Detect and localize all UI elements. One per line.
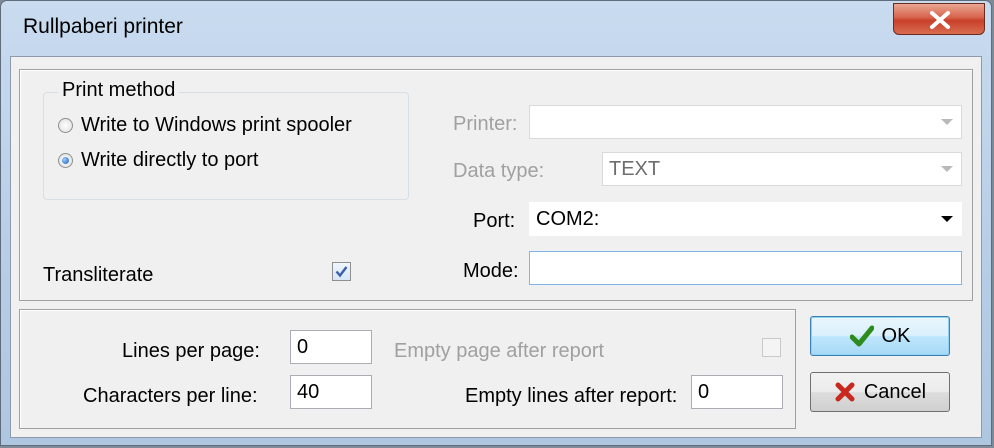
empty-lines-value: 0: [698, 381, 710, 403]
title-bar[interactable]: Rullpaberi printer: [1, 1, 991, 56]
mode-label: Mode:: [463, 260, 519, 282]
port-value: COM2:: [536, 208, 600, 230]
lines-per-page-input[interactable]: 0: [290, 330, 372, 364]
page-settings-panel: Lines per page: 0 Characters per line: 4…: [19, 309, 796, 429]
empty-page-label: Empty page after report: [394, 340, 605, 362]
printer-select[interactable]: [529, 105, 962, 139]
chars-per-line-input[interactable]: 40: [290, 375, 372, 409]
chars-per-line-value: 40: [297, 381, 320, 403]
radio-print-spooler[interactable]: Write to Windows print spooler: [58, 114, 352, 137]
port-select[interactable]: COM2:: [529, 202, 962, 236]
data-type-label: Data type:: [453, 160, 545, 182]
chevron-down-icon: [941, 166, 953, 172]
window-title: Rullpaberi printer: [23, 15, 183, 38]
cancel-x-icon: [835, 382, 855, 402]
ok-button[interactable]: OK: [810, 316, 950, 356]
chars-per-line-label: Characters per line:: [83, 385, 258, 407]
dialog-client-area: Print method Write to Windows print spoo…: [10, 56, 982, 438]
close-icon: [930, 11, 950, 29]
ok-button-label: OK: [881, 324, 911, 347]
chevron-down-icon: [941, 119, 953, 125]
empty-lines-label: Empty lines after report:: [465, 385, 678, 407]
settings-panel: Print method Write to Windows print spoo…: [19, 69, 973, 301]
cancel-button[interactable]: Cancel: [810, 372, 950, 412]
print-method-legend: Print method: [58, 79, 180, 102]
radio-print-spooler-label: Write to Windows print spooler: [81, 114, 352, 136]
print-method-group: Print method Write to Windows print spoo…: [43, 79, 409, 200]
radio-direct-port[interactable]: Write directly to port: [58, 149, 258, 172]
dialog-window: Rullpaberi printer Print method Write to…: [0, 0, 992, 446]
checkmark-icon: [335, 266, 348, 278]
checkmark-icon: [849, 325, 874, 347]
data-type-select[interactable]: TEXT: [602, 152, 962, 186]
lines-per-page-label: Lines per page:: [122, 340, 260, 362]
empty-lines-input[interactable]: 0: [691, 375, 783, 409]
cancel-button-label: Cancel: [863, 380, 927, 403]
port-label: Port:: [473, 210, 516, 232]
transliterate-checkbox[interactable]: [332, 262, 351, 281]
chevron-down-icon: [941, 216, 953, 222]
radio-button[interactable]: [58, 118, 73, 133]
lines-per-page-value: 0: [297, 336, 309, 358]
mode-input[interactable]: [529, 251, 962, 285]
data-type-value: TEXT: [609, 158, 661, 180]
printer-label: Printer:: [453, 113, 518, 135]
empty-page-checkbox[interactable]: [762, 338, 781, 357]
radio-button-checked[interactable]: [58, 153, 73, 168]
radio-direct-port-label: Write directly to port: [81, 149, 259, 171]
close-button[interactable]: [893, 3, 985, 35]
transliterate-label: Transliterate: [43, 264, 154, 286]
